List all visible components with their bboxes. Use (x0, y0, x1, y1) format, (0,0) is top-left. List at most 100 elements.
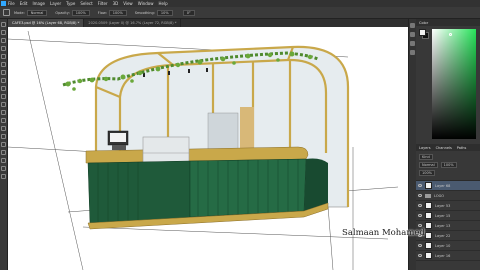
opacity-input[interactable]: 100% (71, 9, 90, 16)
zoom-tool-icon[interactable] (1, 174, 6, 179)
crop-tool-icon[interactable] (1, 54, 6, 59)
opacity-label: Opacity: (55, 10, 70, 15)
mode-select[interactable]: Normal (26, 9, 48, 16)
menu-help[interactable]: Help (158, 1, 167, 6)
layer-fill-input[interactable]: 100% (419, 169, 436, 176)
layer-filter-kind[interactable]: Kind (419, 153, 433, 160)
menu-type[interactable]: Type (66, 1, 75, 6)
history-brush-tool-icon[interactable] (1, 94, 6, 99)
properties-panel-icon[interactable] (410, 41, 415, 46)
type-tool-icon[interactable] (1, 142, 6, 147)
tile-base-side (304, 158, 328, 211)
mode-option[interactable]: Mode: Normal (14, 9, 48, 16)
color-picker-field[interactable] (432, 29, 476, 139)
tab-cafe3[interactable]: CAFE3.psd @ 16% (Layer 68, RGB/8) * (8, 19, 85, 27)
menu-edit[interactable]: Edit (20, 1, 28, 6)
gradient-tool-icon[interactable] (1, 110, 6, 115)
layer-row[interactable]: Layer 53 (416, 201, 480, 211)
eyedropper-tool-icon[interactable] (1, 62, 6, 67)
photoshop-logo-icon[interactable] (1, 1, 6, 6)
dodge-tool-icon[interactable] (1, 126, 6, 131)
layer-opacity-input[interactable]: 100% (440, 161, 457, 168)
smoothing-option[interactable]: Smoothing: 10% (134, 9, 173, 16)
tools-panel (0, 19, 8, 270)
layer-name: Layer 16 (435, 253, 451, 258)
interior-door (240, 107, 254, 151)
visibility-eye-icon[interactable] (418, 214, 422, 217)
layer-row[interactable]: Layer 68 (416, 181, 480, 191)
blur-tool-icon[interactable] (1, 118, 6, 123)
menu-view[interactable]: View (123, 1, 133, 6)
flow-option[interactable]: Flow: 100% (97, 9, 127, 16)
layer-row[interactable]: Layer 15 (416, 211, 480, 221)
brush-tool-icon[interactable] (1, 78, 6, 83)
visibility-eye-icon[interactable] (418, 194, 422, 197)
visibility-eye-icon[interactable] (418, 184, 422, 187)
menu-window[interactable]: Window (138, 1, 154, 6)
adjustments-panel-icon[interactable] (410, 50, 415, 55)
marquee-tool-icon[interactable] (1, 30, 6, 35)
layer-row[interactable]: Layer 16 (416, 251, 480, 261)
layer-row[interactable]: Layer 13 (416, 221, 480, 231)
color-panel-header: Color (416, 19, 480, 26)
menu-bar: File Edit Image Layer Type Select Filter… (0, 0, 480, 7)
tab-2020-0509[interactable]: 2020-0509 (Layer 0) @ 16.7% (Layer 72, R… (84, 19, 182, 27)
menu-filter[interactable]: Filter (98, 1, 108, 6)
visibility-eye-icon[interactable] (418, 204, 422, 207)
layer-name: Layer 53 (435, 203, 451, 208)
document-tabs: CAFE3.psd @ 16% (Layer 68, RGB/8) * 2020… (8, 19, 408, 27)
layer-thumbnail (425, 252, 432, 259)
pen-tool-icon[interactable] (1, 134, 6, 139)
eraser-tool-icon[interactable] (1, 102, 6, 107)
layer-blend-mode-select[interactable]: Normal (419, 161, 438, 168)
quick-select-tool-icon[interactable] (1, 46, 6, 51)
layer-thumbnail (425, 222, 432, 229)
visibility-eye-icon[interactable] (418, 254, 422, 257)
right-panels: Color Layers Channels Paths Kind Normal … (416, 19, 480, 270)
color-swatches[interactable] (419, 29, 429, 39)
menu-image[interactable]: Image (32, 1, 45, 6)
smoothing-input[interactable]: 10% (156, 9, 173, 16)
hand-tool-icon[interactable] (1, 166, 6, 171)
menu-file[interactable]: File (8, 1, 15, 6)
menu-select[interactable]: Select (80, 1, 92, 6)
tab-paths[interactable]: Paths (457, 146, 467, 150)
layer-thumbnail (425, 232, 432, 239)
layer-name: Layer 68 (435, 183, 451, 188)
layer-row[interactable]: Layer 10 (416, 241, 480, 251)
mode-label: Mode: (14, 10, 25, 15)
angle-option[interactable]: 0° (181, 9, 195, 16)
foreground-color-swatch[interactable] (419, 29, 426, 36)
smoothing-label: Smoothing: (134, 10, 155, 15)
angle-input[interactable]: 0° (182, 9, 195, 16)
lasso-tool-icon[interactable] (1, 38, 6, 43)
opacity-option[interactable]: Opacity: 100% (55, 9, 90, 16)
layers-panel-header: Layers Channels Paths (416, 144, 480, 151)
color-panel (416, 26, 480, 144)
shape-tool-icon[interactable] (1, 158, 6, 163)
menu-layer[interactable]: Layer (50, 1, 61, 6)
flow-input[interactable]: 100% (108, 9, 127, 16)
visibility-eye-icon[interactable] (418, 244, 422, 247)
layers-list: Layer 68 LOGO Layer 53 Layer 15 Layer 13… (416, 181, 480, 261)
move-tool-icon[interactable] (1, 22, 6, 27)
flow-label: Flow: (97, 10, 107, 15)
tab-color[interactable]: Color (419, 21, 428, 25)
tab-channels[interactable]: Channels (436, 146, 452, 150)
menu-3d[interactable]: 3D (113, 1, 119, 6)
layer-name: Layer 13 (435, 223, 451, 228)
watermark-text: Salmaan Mohamed (342, 228, 425, 238)
path-select-tool-icon[interactable] (1, 150, 6, 155)
brush-tool-icon[interactable] (3, 9, 10, 16)
interior-shelf (207, 112, 239, 152)
color-picker-cursor[interactable] (449, 33, 452, 36)
stamp-tool-icon[interactable] (1, 86, 6, 91)
healing-tool-icon[interactable] (1, 70, 6, 75)
layer-row[interactable]: LOGO (416, 191, 480, 201)
visibility-eye-icon[interactable] (418, 224, 422, 227)
history-panel-icon[interactable] (410, 23, 415, 28)
tab-layers[interactable]: Layers (419, 146, 431, 150)
layer-thumbnail (425, 182, 432, 189)
layer-row[interactable]: Layer 22 (416, 231, 480, 241)
brush-settings-icon[interactable] (410, 32, 415, 37)
